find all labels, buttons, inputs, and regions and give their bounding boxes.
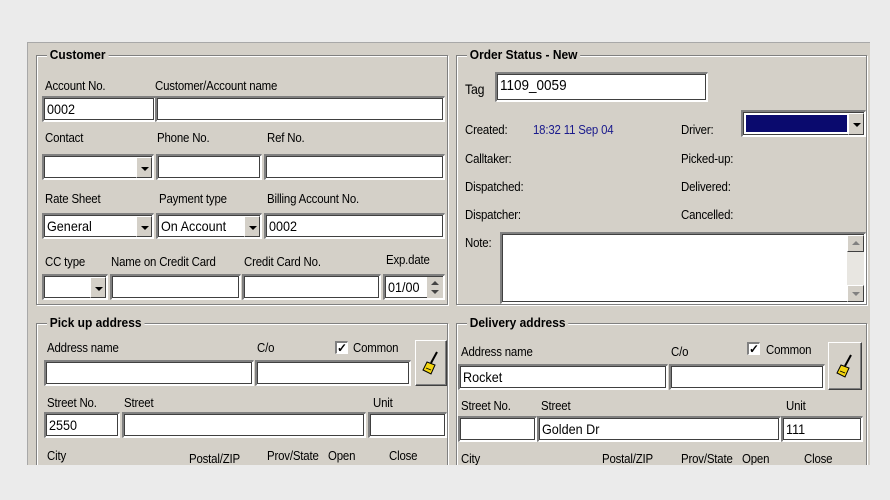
pickup-prov-label: Prov/State [267,448,319,463]
delivered-label: Delivered: [681,179,731,194]
picked-up-label: Picked-up: [681,151,734,166]
customer-group: Customer Account No. 0002 Customer/Accou… [36,47,448,305]
driver-color-swatch [746,115,847,132]
exp-date-spinner[interactable]: 01/00 [383,274,445,300]
dispatched-label: Dispatched: [465,179,524,194]
note-label: Note: [465,235,492,250]
rate-sheet-label: Rate Sheet [45,191,101,206]
pickup-address-group: Pick up address Address name C/o ✓ Commo… [36,315,448,468]
spinner-arrows-icon[interactable] [427,277,443,298]
pickup-open-label: Open [328,448,356,463]
delivery-co-field[interactable] [669,364,825,390]
calltaker-label: Calltaker: [465,151,512,166]
phone-field[interactable] [156,154,262,180]
account-no-label: Account No. [45,78,106,93]
delivery-address-name-label: Address name [461,344,533,359]
ref-field[interactable] [264,154,445,180]
pickup-postal-label: Postal/ZIP [189,451,241,466]
pickup-street-field[interactable] [122,412,366,438]
pickup-street-label: Street [124,395,154,410]
chevron-down-icon[interactable] [90,277,106,298]
payment-type-dropdown[interactable]: On Account [156,213,262,239]
scroll-down-icon[interactable] [847,285,864,302]
name-on-card-label: Name on Credit Card [111,254,216,269]
tag-label: Tag [465,81,485,97]
pickup-legend: Pick up address [47,315,145,330]
pickup-street-no-label: Street No. [47,395,97,410]
pickup-co-label: C/o [257,340,275,355]
contact-label: Contact [45,130,84,145]
pickup-clear-button[interactable] [415,340,447,386]
pickup-co-field[interactable] [255,360,411,386]
card-no-label: Credit Card No. [244,254,321,269]
account-name-field[interactable] [155,96,445,122]
delivery-street-label: Street [541,398,571,413]
tag-field[interactable]: 1109_0059 [495,72,708,102]
delivery-close-label: Close [804,451,833,466]
customer-legend: Customer [47,47,109,62]
exp-date-label: Exp.date [386,252,430,267]
broom-icon [836,354,852,378]
delivery-clear-button[interactable] [828,342,862,390]
rate-sheet-dropdown[interactable]: General [42,213,154,239]
delivery-city-label: City [461,451,481,466]
pickup-city-label: City [47,448,67,463]
note-scrollbar[interactable] [847,235,864,302]
scroll-up-icon[interactable] [847,235,864,252]
driver-label: Driver: [681,122,714,137]
account-name-label: Customer/Account name [155,78,278,93]
note-textarea[interactable] [500,232,866,304]
created-label: Created: [465,122,508,137]
billing-account-label: Billing Account No. [267,191,360,206]
chevron-down-icon[interactable] [848,113,864,135]
driver-dropdown[interactable] [741,110,866,137]
delivery-address-group: Delivery address Address name Rocket C/o… [456,315,867,468]
dispatcher-label: Dispatcher: [465,207,521,222]
delivery-unit-label: Unit [786,398,806,413]
pickup-unit-field[interactable] [368,412,447,438]
broom-icon [422,351,438,375]
order-status-group: Order Status - New Tag 1109_0059 Created… [456,47,867,305]
pickup-common-label: Common [353,340,399,355]
cancelled-label: Cancelled: [681,207,734,222]
payment-type-label: Payment type [159,191,227,206]
billing-account-field[interactable]: 0002 [264,213,445,239]
chevron-down-icon[interactable] [244,216,260,237]
phone-label: Phone No. [157,130,210,145]
pickup-address-name-field[interactable] [44,360,254,386]
ref-label: Ref No. [267,130,305,145]
chevron-down-icon[interactable] [136,157,152,178]
card-no-field[interactable] [242,274,381,300]
delivery-prov-label: Prov/State [681,451,733,466]
delivery-open-label: Open [742,451,770,466]
delivery-address-name-field[interactable]: Rocket [458,364,668,390]
delivery-legend: Delivery address [467,315,569,330]
delivery-postal-label: Postal/ZIP [602,451,654,466]
pickup-close-label: Close [389,448,418,463]
pickup-unit-label: Unit [373,395,393,410]
contact-dropdown[interactable] [42,154,154,180]
delivery-unit-field[interactable]: 111 [781,416,863,442]
account-no-field[interactable]: 0002 [42,96,156,122]
chevron-down-icon[interactable] [136,216,152,237]
name-on-card-field[interactable] [110,274,241,300]
delivery-common-label: Common [766,342,812,357]
order-status-legend: Order Status - New [467,47,581,62]
pickup-street-no-field[interactable]: 2550 [44,412,120,438]
cc-type-label: CC type [45,254,86,269]
window-bottom-margin [0,465,890,500]
delivery-street-field[interactable]: Golden Dr [537,416,781,442]
order-entry-window: Customer Account No. 0002 Customer/Accou… [27,42,870,468]
pickup-address-name-label: Address name [47,340,119,355]
created-value: 18:32 11 Sep 04 [533,122,614,137]
delivery-street-no-label: Street No. [461,398,511,413]
pickup-common-checkbox[interactable]: ✓ [335,341,348,354]
cc-type-dropdown[interactable] [42,274,108,300]
delivery-common-checkbox[interactable]: ✓ [747,342,760,355]
delivery-street-no-field[interactable] [458,416,537,442]
delivery-co-label: C/o [671,344,689,359]
